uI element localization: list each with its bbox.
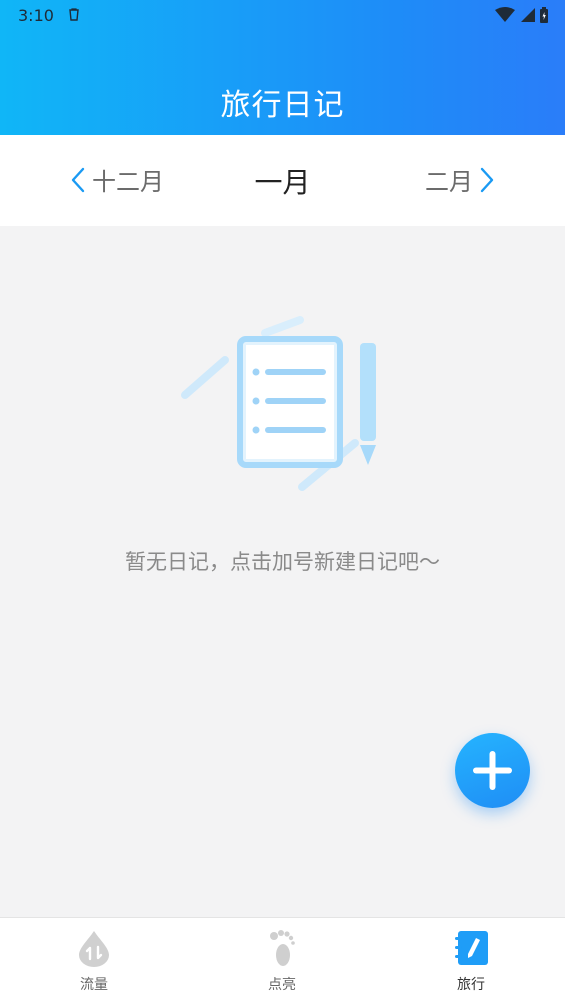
footprint-icon (270, 930, 295, 966)
prev-month-button[interactable]: 十二月 (70, 162, 164, 197)
next-month-button[interactable]: 二月 (425, 162, 495, 197)
wifi-icon (495, 7, 515, 22)
battery-icon (540, 7, 548, 23)
prev-month-label: 十二月 (92, 168, 164, 196)
next-month-label: 二月 (425, 168, 473, 196)
tab-travel[interactable]: 旅行 (411, 928, 531, 994)
status-bar: 3:10 (0, 0, 565, 32)
tab-light-up[interactable]: 点亮 (222, 928, 342, 994)
add-diary-button[interactable] (455, 733, 530, 808)
tab-label-light-up: 点亮 (268, 977, 296, 993)
tab-traffic[interactable]: 流量 (34, 928, 154, 994)
app-header: 3:10 旅行日记 (0, 0, 565, 135)
empty-state-message: 暂无日记，点击加号新建日记吧～ (125, 550, 440, 574)
plus-icon (473, 751, 512, 790)
tab-label-travel: 旅行 (457, 977, 485, 993)
bottom-tab-bar: 流量 点亮 旅行 (0, 917, 565, 1005)
signal-icon (521, 8, 535, 22)
data-drop-icon (79, 931, 109, 967)
page-title: 旅行日记 (220, 88, 345, 123)
status-time: 3:10 (18, 6, 54, 25)
chevron-right-icon (480, 167, 494, 192)
status-icons (495, 6, 549, 24)
current-month-label: 一月 (254, 166, 311, 199)
notebook-pencil-icon (181, 316, 376, 491)
month-navigation: 十二月 一月 二月 (0, 135, 565, 226)
tab-label-traffic: 流量 (80, 977, 108, 993)
notification-icon (69, 8, 79, 21)
chevron-left-icon (71, 167, 85, 192)
diary-icon (455, 931, 488, 965)
